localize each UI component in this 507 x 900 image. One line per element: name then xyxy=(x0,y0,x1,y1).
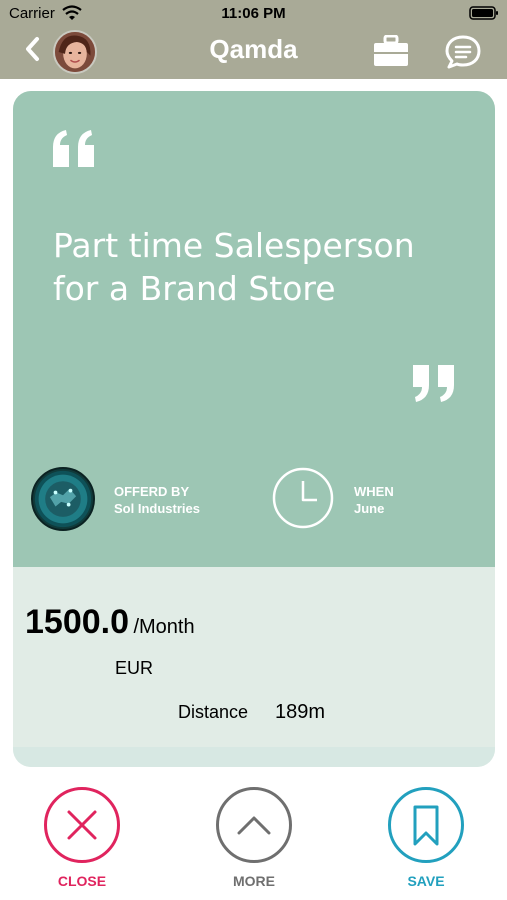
salary-amount: 1500.0 xyxy=(25,603,129,641)
offered-by-label: OFFERD BY xyxy=(114,484,190,499)
app-title: Qamda xyxy=(209,34,298,64)
job-detail-screen: Carrier 11:06 PM Qamda Part time Salespe… xyxy=(0,0,507,900)
company-logo-image xyxy=(34,470,92,528)
when-value: June xyxy=(354,501,385,516)
navigation-bar: Qamda xyxy=(0,28,507,79)
save-button[interactable] xyxy=(388,787,464,863)
company-name: Sol Industries xyxy=(114,501,200,516)
status-bar: Carrier 11:06 PM xyxy=(0,0,507,28)
salary-period: /Month xyxy=(133,616,195,638)
top-bar: Carrier 11:06 PM Qamda xyxy=(0,0,507,79)
job-title: Part time Salesperson for a Brand Store xyxy=(53,226,415,308)
status-time: 11:06 PM xyxy=(221,5,286,22)
distance-label: Distance xyxy=(178,702,249,722)
briefcase-icon[interactable] xyxy=(373,35,409,67)
close-icon xyxy=(67,810,97,840)
chevron-up-icon xyxy=(237,816,271,835)
open-quote-icon xyxy=(53,130,94,167)
clock-icon xyxy=(272,467,334,529)
card-bottom-strip xyxy=(13,747,495,767)
salary: 1500.0 /Month xyxy=(25,603,195,642)
job-card[interactable]: Part time Salesperson for a Brand Store … xyxy=(13,91,495,767)
bookmark-icon xyxy=(413,805,439,846)
close-label[interactable]: CLOSE xyxy=(32,873,132,889)
more-label[interactable]: MORE xyxy=(204,873,304,889)
company-logo xyxy=(31,467,95,531)
distance-value: 189m xyxy=(275,701,326,723)
more-button[interactable] xyxy=(216,787,292,863)
close-button[interactable] xyxy=(44,787,120,863)
battery-icon xyxy=(469,6,498,20)
save-label[interactable]: SAVE xyxy=(376,873,476,889)
job-card-header: Part time Salesperson for a Brand Store … xyxy=(13,91,495,567)
currency: EUR xyxy=(115,658,154,678)
close-quote-icon xyxy=(413,365,454,402)
chat-icon[interactable] xyxy=(444,34,482,70)
when-label: WHEN xyxy=(354,484,394,499)
